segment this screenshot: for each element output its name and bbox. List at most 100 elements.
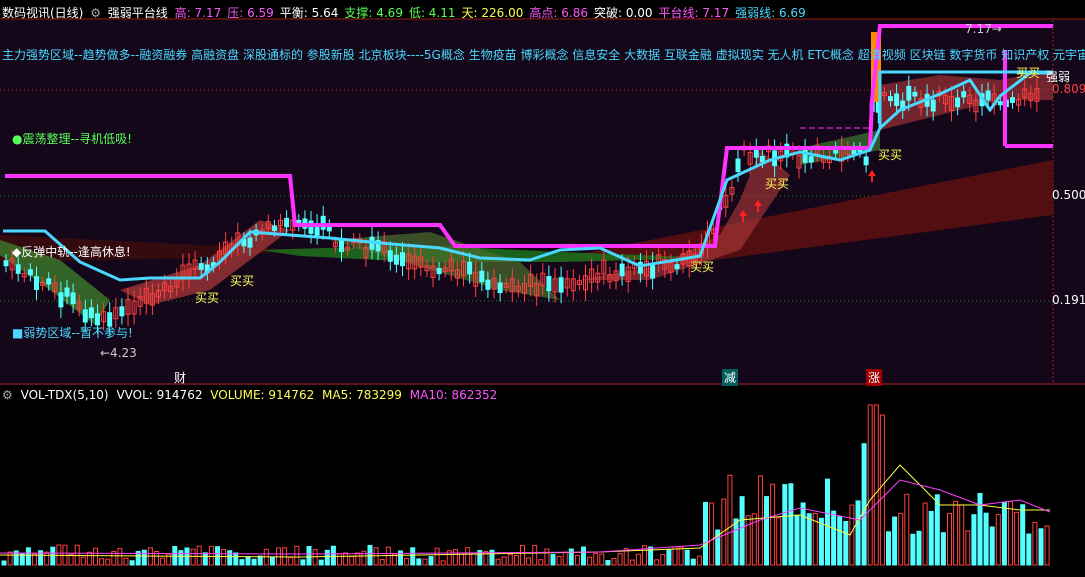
candle-body bbox=[619, 263, 625, 277]
volume-gear-icon[interactable]: ⚙ bbox=[2, 388, 13, 402]
indicator-name[interactable]: 强弱平台线 bbox=[108, 6, 168, 20]
candle-body bbox=[119, 306, 125, 317]
candle-body bbox=[436, 268, 442, 275]
candle-body bbox=[930, 99, 936, 112]
ma5-value: MA5: 783299 bbox=[322, 388, 402, 402]
buy-label: 买买 bbox=[1016, 66, 1041, 80]
candle-body bbox=[674, 264, 680, 270]
candle-body bbox=[546, 276, 552, 292]
volume-indicator-name[interactable]: VOL-TDX(5,10) bbox=[21, 388, 109, 402]
volume-bar bbox=[129, 560, 135, 566]
candle-body bbox=[888, 96, 893, 102]
volume-bar bbox=[690, 558, 696, 566]
volume-bar bbox=[227, 550, 233, 566]
volume-bar bbox=[831, 510, 837, 566]
volume-bar bbox=[330, 545, 336, 566]
sector-text: 主力强势区域--趋势做多--融资融券 高融资盘 深股通标的 参股新股 北京板块-… bbox=[2, 48, 1085, 62]
low-price-label: ←4.23 bbox=[100, 346, 137, 360]
header-item: 高: 7.17 bbox=[174, 6, 222, 20]
volume-value: VOLUME: 914762 bbox=[210, 388, 315, 402]
buy-label: 买买 bbox=[195, 291, 220, 305]
buy-label: 买买 bbox=[690, 260, 715, 274]
volume-bar bbox=[983, 512, 989, 566]
volume-bar bbox=[410, 547, 416, 566]
header-item: 平台线: 7.17 bbox=[658, 6, 730, 20]
candle-body bbox=[497, 282, 503, 294]
volume-bar bbox=[141, 549, 147, 566]
candle-body bbox=[387, 250, 393, 262]
event-marker-jian[interactable]: 减 bbox=[722, 369, 739, 386]
volume-bar bbox=[934, 494, 940, 566]
main-chart-area[interactable] bbox=[0, 0, 1085, 574]
stock-title[interactable]: 数码视讯(日线) bbox=[2, 6, 83, 20]
volume-bar bbox=[581, 546, 586, 566]
volume-bar bbox=[666, 548, 672, 566]
candle-body bbox=[1010, 97, 1015, 103]
candle-body bbox=[735, 158, 741, 173]
candle-body bbox=[906, 85, 912, 101]
volume-bar bbox=[1038, 528, 1044, 566]
volume-bar bbox=[800, 502, 806, 566]
fantan-label: ◆反弹中轨--逢高休息! bbox=[12, 245, 131, 259]
header-item: 突破: 0.00 bbox=[593, 6, 653, 20]
indicator-gear-icon[interactable]: ⚙ bbox=[90, 6, 101, 20]
volume-bar bbox=[794, 514, 800, 566]
candle-body bbox=[34, 276, 39, 291]
volume-bar bbox=[568, 548, 574, 566]
volume-bar bbox=[50, 546, 56, 566]
candle-body bbox=[46, 278, 52, 285]
volume-bar bbox=[886, 531, 891, 566]
buy-label: 买买 bbox=[765, 177, 790, 191]
volume-bar bbox=[1, 560, 7, 566]
volume-bar bbox=[684, 549, 690, 566]
candle-body bbox=[467, 261, 473, 275]
volume-bar bbox=[764, 496, 769, 566]
volume-bar bbox=[251, 558, 257, 566]
volume-bar bbox=[25, 547, 31, 566]
volume-header: ⚙ VOL-TDX(5,10) VVOL: 914762 VOLUME: 914… bbox=[2, 388, 501, 402]
event-marker-zhang[interactable]: 涨 bbox=[866, 369, 883, 386]
volume-bar bbox=[892, 516, 898, 566]
volume-bar bbox=[215, 546, 220, 566]
candle-body bbox=[558, 277, 564, 293]
candle-body bbox=[808, 156, 814, 163]
volume-bar bbox=[916, 530, 922, 566]
volume-bar bbox=[855, 500, 861, 566]
header-item: 天: 226.00 bbox=[461, 6, 524, 20]
candle-body bbox=[320, 215, 326, 230]
header-item: 支撑: 4.69 bbox=[344, 6, 403, 20]
candle-body bbox=[58, 292, 64, 308]
volume-bar bbox=[367, 544, 373, 566]
vvol-value: VVOL: 914762 bbox=[116, 388, 203, 402]
candle-body bbox=[88, 307, 94, 319]
volume-bar bbox=[300, 559, 306, 566]
candle-body bbox=[863, 156, 869, 166]
candle-body bbox=[955, 97, 961, 108]
candle-body bbox=[64, 287, 70, 297]
candle-body bbox=[27, 269, 33, 276]
candle-body bbox=[912, 91, 918, 97]
volume-bar bbox=[806, 513, 812, 566]
candle-body bbox=[985, 90, 991, 101]
volume-bar bbox=[928, 511, 934, 566]
volume-bar bbox=[733, 518, 739, 566]
volume-bar bbox=[1026, 533, 1032, 566]
header-item: 平衡: 5.64 bbox=[279, 6, 339, 20]
ma10-value: MA10: 862352 bbox=[409, 388, 498, 402]
axis-label-top: 0.809 bbox=[1052, 82, 1085, 96]
volume-bar bbox=[940, 532, 946, 566]
volume-bar bbox=[1001, 501, 1007, 566]
candle-body bbox=[15, 264, 21, 274]
event-marker-cai[interactable]: 财 bbox=[174, 369, 186, 386]
candle-body bbox=[400, 252, 405, 267]
volume-bar bbox=[861, 443, 867, 566]
kline-chart[interactable] bbox=[0, 0, 1085, 574]
volume-bar bbox=[788, 483, 794, 566]
volume-bar bbox=[605, 560, 611, 566]
candle-body bbox=[479, 270, 485, 283]
volume-bar bbox=[202, 552, 208, 566]
volume-bar bbox=[843, 520, 849, 566]
volume-bar bbox=[818, 517, 824, 566]
volume-bar bbox=[989, 526, 995, 566]
volume-bar bbox=[971, 514, 977, 566]
